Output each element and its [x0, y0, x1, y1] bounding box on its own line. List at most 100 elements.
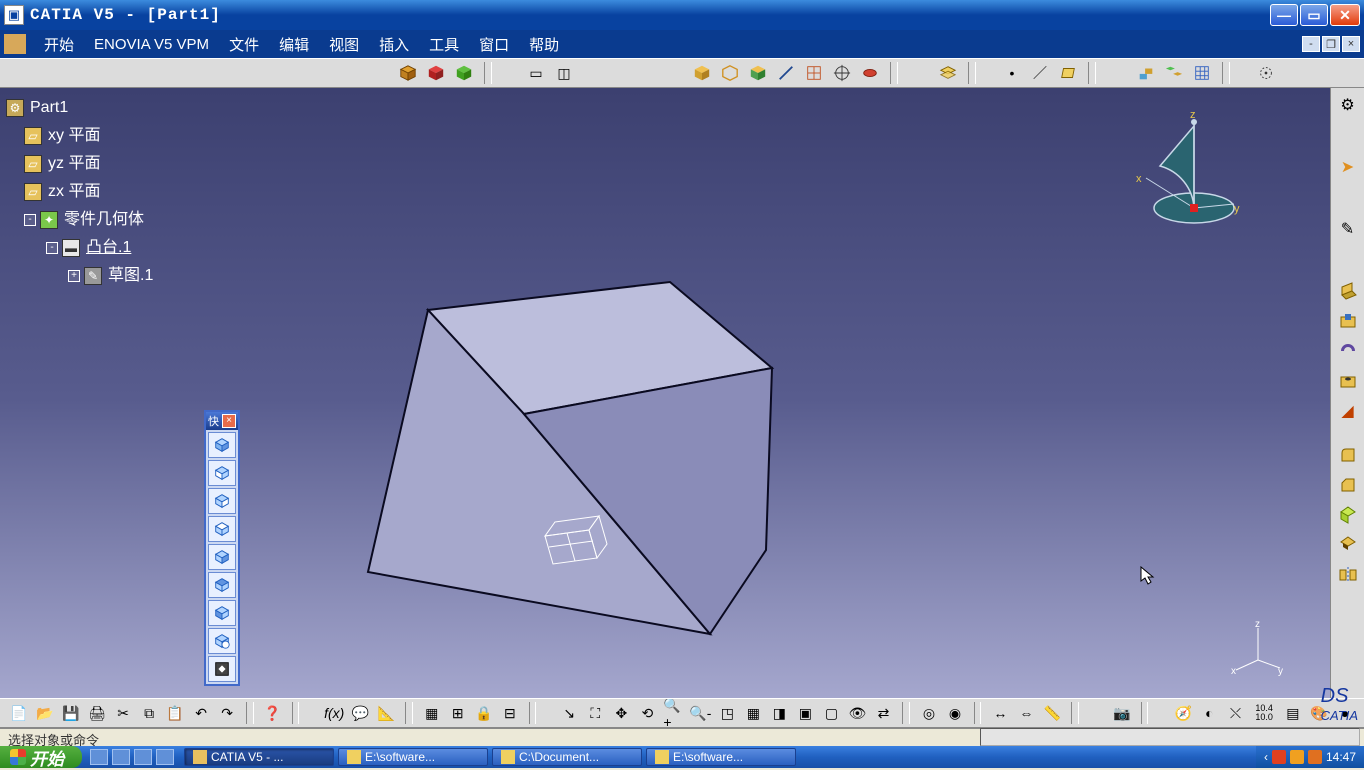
- ql-app-icon[interactable]: [134, 749, 152, 765]
- save-icon[interactable]: 💾: [60, 701, 82, 725]
- taskbar-item-2[interactable]: C:\Document...: [492, 748, 642, 766]
- pad-tool-icon[interactable]: [1335, 278, 1361, 304]
- catalog-icon[interactable]: ▤: [1282, 701, 1304, 725]
- cut-icon[interactable]: ✂: [112, 701, 134, 725]
- sketch-tool-icon[interactable]: ✎: [1335, 216, 1361, 242]
- print-icon[interactable]: 🖨: [86, 701, 108, 725]
- ql-desktop-icon[interactable]: [90, 749, 108, 765]
- mirror-tool-icon[interactable]: [1335, 562, 1361, 588]
- taskbar-item-3[interactable]: E:\software...: [646, 748, 796, 766]
- tree-zx-plane[interactable]: ▱ zx 平面: [6, 178, 153, 206]
- wireframe-icon[interactable]: ▢: [820, 701, 842, 725]
- paste-icon[interactable]: 📋: [164, 701, 186, 725]
- multi-view-icon[interactable]: ▦: [742, 701, 764, 725]
- options-icon[interactable]: ⊟: [499, 701, 521, 725]
- crosshair-icon[interactable]: [1254, 61, 1278, 85]
- front-view-button[interactable]: [208, 460, 236, 486]
- left-view-button[interactable]: [208, 516, 236, 542]
- pan-icon[interactable]: ✥: [610, 701, 632, 725]
- mdi-minimize-button[interactable]: -: [1302, 36, 1320, 52]
- dimension-a-icon[interactable]: ↔: [989, 701, 1011, 725]
- undo-icon[interactable]: ↶: [190, 701, 212, 725]
- layers-icon[interactable]: [936, 61, 960, 85]
- fillet-tool-icon[interactable]: [1335, 442, 1361, 468]
- material-icon[interactable]: ◐: [1198, 701, 1220, 725]
- tree-pad[interactable]: - ▬ 凸台.1: [6, 234, 153, 262]
- quickview-titlebar[interactable]: 快 ×: [206, 412, 238, 430]
- box-outline-icon[interactable]: [718, 61, 742, 85]
- target-icon[interactable]: [830, 61, 854, 85]
- tree-yz-plane[interactable]: ▱ yz 平面: [6, 150, 153, 178]
- split-icon[interactable]: ◫: [552, 61, 576, 85]
- quickview-close-button[interactable]: ×: [222, 414, 236, 428]
- capture-icon[interactable]: 📷: [1111, 701, 1133, 725]
- measure-icon[interactable]: 📏: [1041, 701, 1063, 725]
- grid-icon[interactable]: [802, 61, 826, 85]
- help-icon[interactable]: ❓: [262, 701, 284, 725]
- stack-icon[interactable]: [1134, 61, 1158, 85]
- menu-tools[interactable]: 工具: [419, 32, 469, 57]
- open-icon[interactable]: 📂: [34, 701, 56, 725]
- expand-icon[interactable]: +: [68, 270, 80, 282]
- shading-icon[interactable]: ▣: [794, 701, 816, 725]
- tray-expand-icon[interactable]: ‹: [1264, 750, 1268, 764]
- view-more-button[interactable]: [208, 656, 236, 682]
- dimension-b-icon[interactable]: ⇔: [1015, 701, 1037, 725]
- flyto-icon[interactable]: ↘: [558, 701, 580, 725]
- minimize-button[interactable]: —: [1270, 4, 1298, 26]
- specification-tree[interactable]: ⚙ Part1 ▱ xy 平面 ▱ yz 平面 ▱ zx 平面 - ✦ 零件几何…: [6, 94, 153, 290]
- start-button[interactable]: 开始: [0, 746, 82, 768]
- tree-root[interactable]: ⚙ Part1: [6, 94, 153, 122]
- axis-system-icon[interactable]: ⤬: [1224, 701, 1246, 725]
- rotate-icon[interactable]: ⟲: [636, 701, 658, 725]
- menu-help[interactable]: 帮助: [519, 32, 569, 57]
- slash-icon[interactable]: ／: [1028, 61, 1052, 85]
- shell-tool-icon[interactable]: [1335, 532, 1361, 558]
- rib-tool-icon[interactable]: ◢: [1335, 398, 1361, 424]
- box-solid-icon[interactable]: [746, 61, 770, 85]
- gear-icon[interactable]: ⚙: [1335, 92, 1361, 118]
- quickview-toolbar[interactable]: 快 ×: [204, 410, 240, 686]
- compass-tool-icon[interactable]: 🧭: [1172, 701, 1194, 725]
- menu-enovia[interactable]: ENOVIA V5 VPM: [84, 34, 219, 55]
- close-button[interactable]: ✕: [1330, 4, 1360, 26]
- tray-icon-2[interactable]: [1290, 750, 1304, 764]
- hide-show-icon[interactable]: 👁: [846, 701, 868, 725]
- ratio-icon[interactable]: [858, 61, 882, 85]
- design-table-icon[interactable]: ⊞: [447, 701, 469, 725]
- named-view-button[interactable]: [208, 628, 236, 654]
- menu-insert[interactable]: 插入: [369, 32, 419, 57]
- top-view-button[interactable]: [208, 572, 236, 598]
- right-view-button[interactable]: [208, 544, 236, 570]
- lock-icon[interactable]: 🔒: [473, 701, 495, 725]
- pad-geometry[interactable]: [360, 268, 780, 638]
- fit-all-icon[interactable]: ⛶: [584, 701, 606, 725]
- menu-view[interactable]: 视图: [319, 32, 369, 57]
- normal-view-icon[interactable]: ◳: [716, 701, 738, 725]
- axis-triad[interactable]: z x y: [1230, 620, 1286, 676]
- mdi-close-button[interactable]: ×: [1342, 36, 1360, 52]
- product-icon[interactable]: [396, 61, 420, 85]
- ql-ie-icon[interactable]: [112, 749, 130, 765]
- tree-partbody[interactable]: - ✦ 零件几何体: [6, 206, 153, 234]
- iso-view-button[interactable]: [208, 432, 236, 458]
- menu-start[interactable]: 开始: [34, 32, 84, 57]
- swap-icon[interactable]: ⇄: [872, 701, 894, 725]
- menu-window[interactable]: 窗口: [469, 32, 519, 57]
- redo-icon[interactable]: ↷: [216, 701, 238, 725]
- collapse-icon[interactable]: -: [24, 214, 36, 226]
- copy-icon[interactable]: ⧉: [138, 701, 160, 725]
- collapse-icon[interactable]: -: [46, 242, 58, 254]
- shaft-tool-icon[interactable]: [1335, 338, 1361, 364]
- select-arrow-icon[interactable]: ➤: [1335, 154, 1361, 180]
- back-view-button[interactable]: [208, 488, 236, 514]
- taskbar-item-1[interactable]: E:\software...: [338, 748, 488, 766]
- taskbar-item-catia[interactable]: CATIA V5 - ...: [184, 748, 334, 766]
- tray-icon-1[interactable]: [1272, 750, 1286, 764]
- comment-icon[interactable]: 💬: [349, 701, 371, 725]
- reframe-icon[interactable]: ◉: [944, 701, 966, 725]
- menu-file[interactable]: 文件: [219, 32, 269, 57]
- tray-ime-icon[interactable]: [1308, 750, 1322, 764]
- dot-icon[interactable]: •: [1000, 61, 1024, 85]
- scale-display[interactable]: 10.410.0: [1250, 701, 1277, 725]
